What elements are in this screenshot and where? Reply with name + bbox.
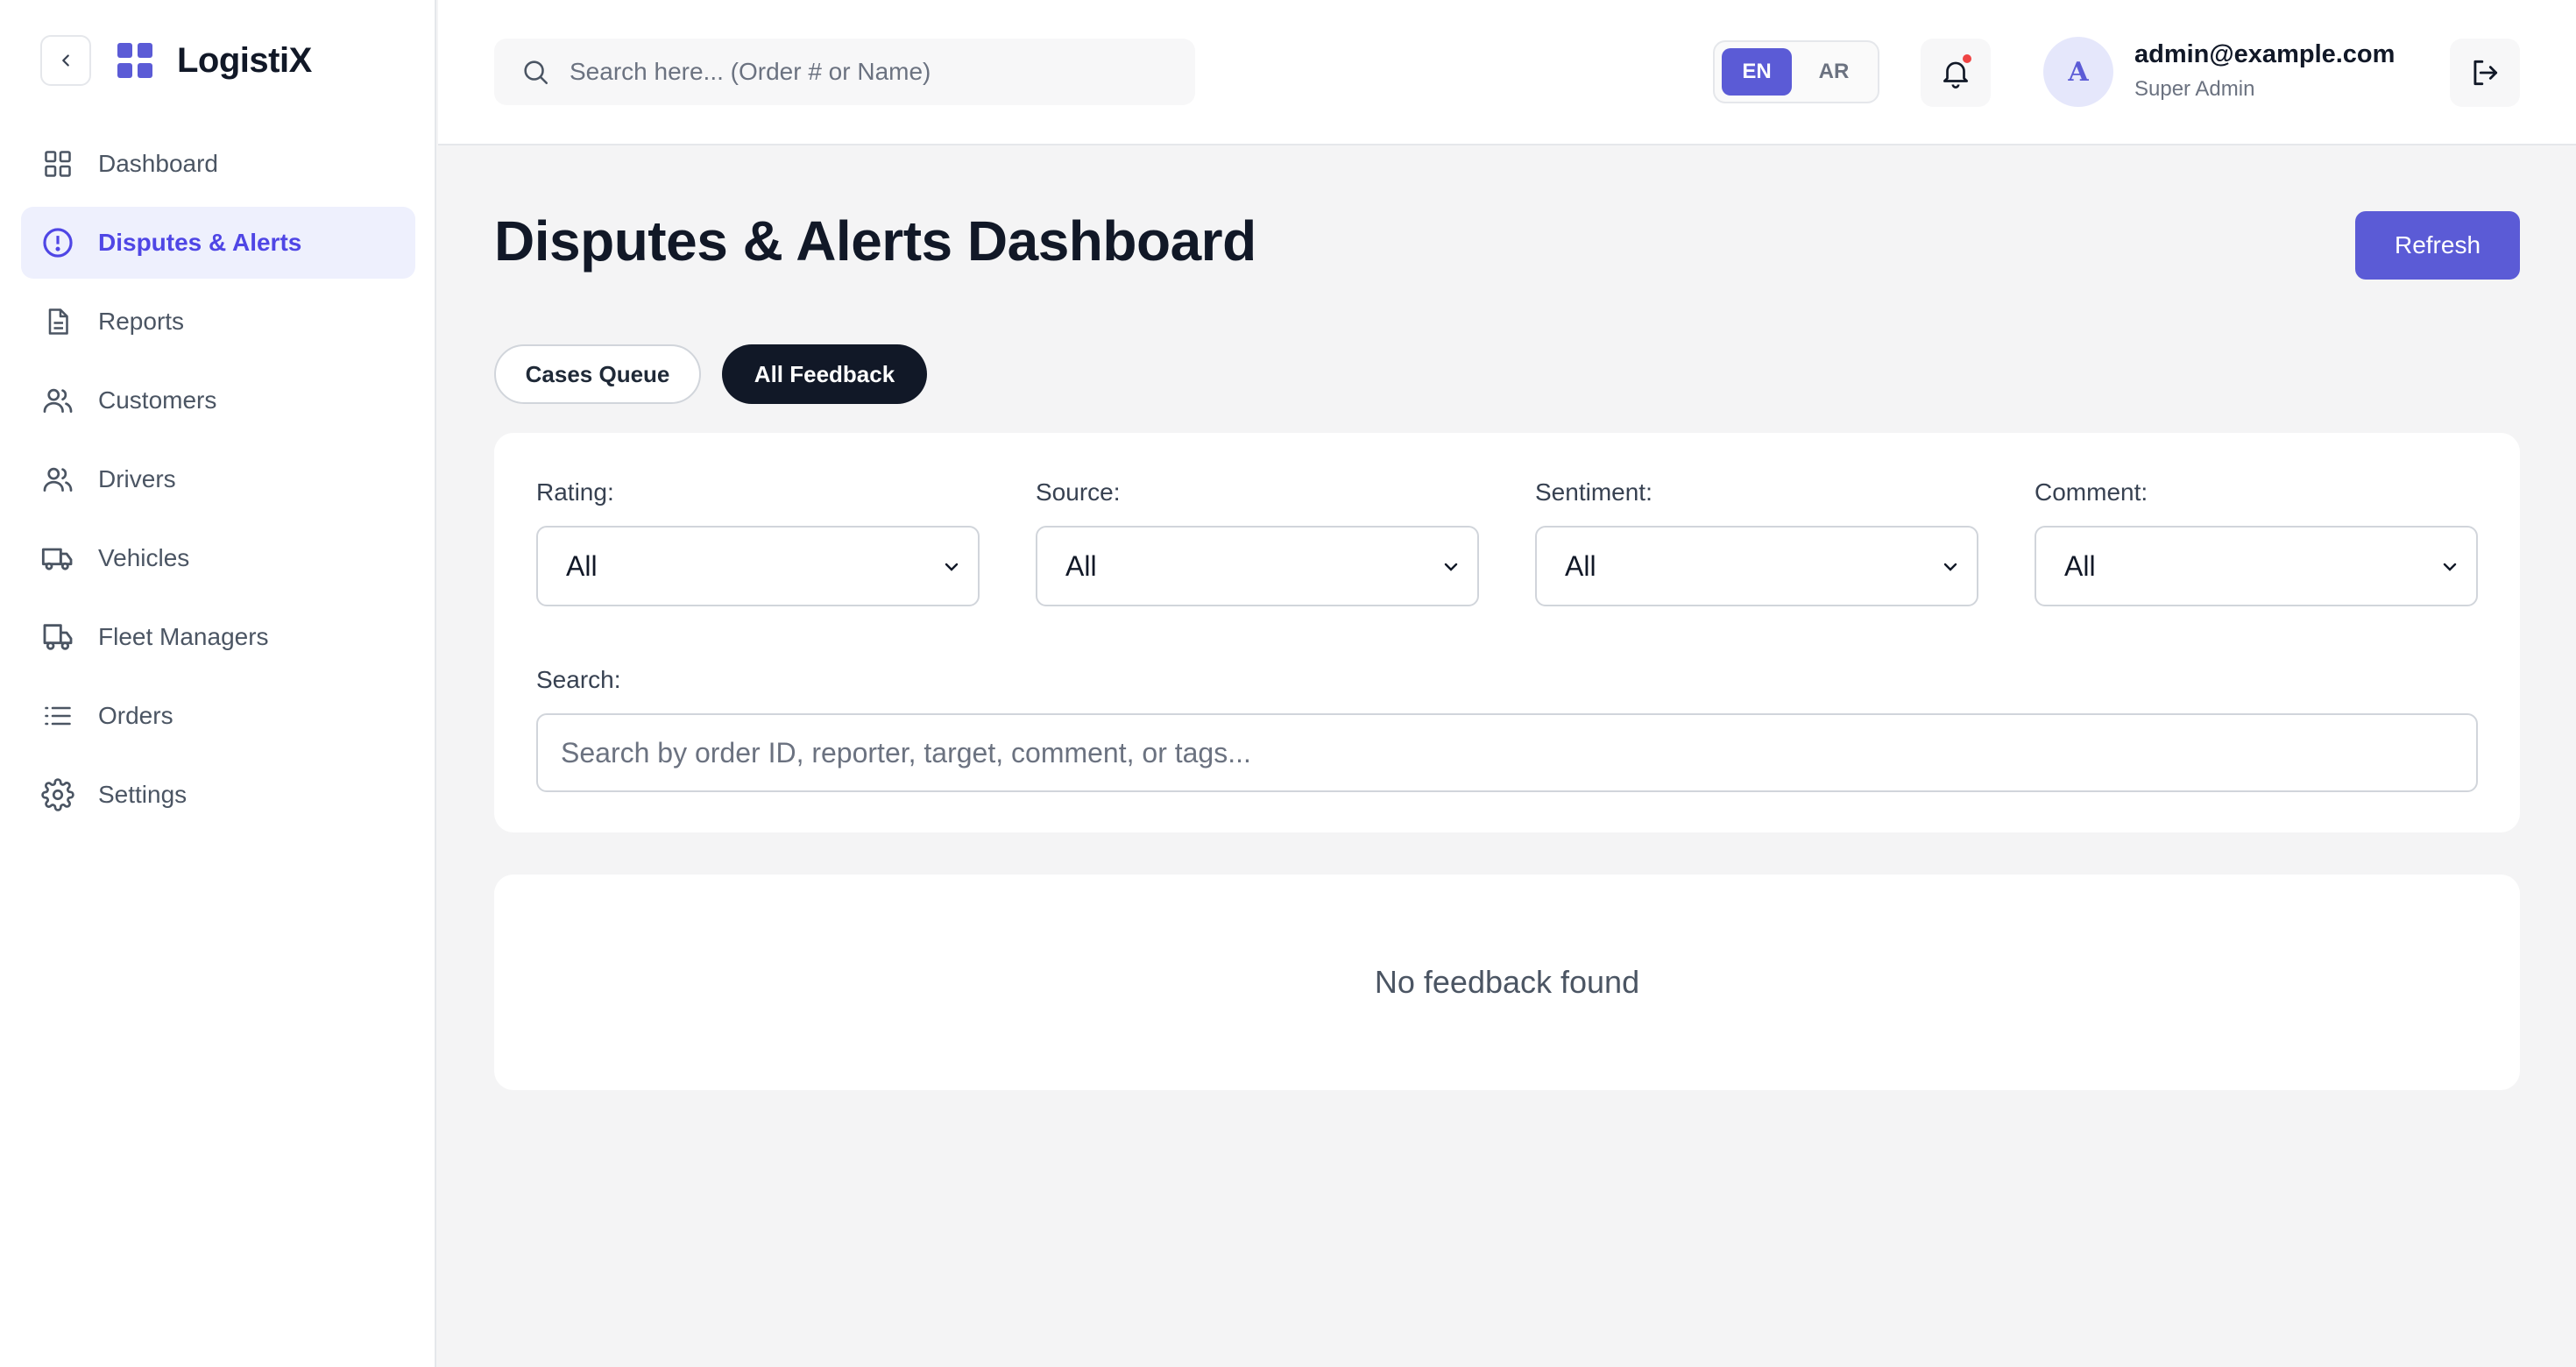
sidebar-item-disputes-alerts[interactable]: Disputes & Alerts	[21, 207, 415, 279]
truck-box-icon	[40, 620, 75, 655]
source-select-value: All	[1065, 549, 1097, 582]
chevron-down-icon	[1444, 563, 1458, 571]
sidebar-item-fleet-managers[interactable]: Fleet Managers	[21, 601, 415, 673]
notifications-button[interactable]	[1921, 39, 1991, 107]
sentiment-filter-label: Sentiment:	[1535, 478, 1652, 506]
users-icon	[40, 383, 75, 418]
user-role: Super Admin	[2134, 77, 2255, 101]
sidebar-item-label: Dashboard	[98, 150, 218, 177]
sidebar-item-orders[interactable]: Orders	[21, 680, 415, 752]
global-search[interactable]	[494, 39, 1195, 105]
sidebar-item-drivers[interactable]: Drivers	[21, 443, 415, 515]
feedback-search-input[interactable]	[561, 736, 2401, 769]
comment-select[interactable]: All	[2035, 526, 2478, 606]
comment-filter-label: Comment:	[2035, 478, 2148, 506]
sidebar-item-label: Drivers	[98, 465, 176, 492]
brand-logo-icon	[117, 43, 152, 78]
users-icon	[40, 462, 75, 497]
top-bar: EN AR A admin@example.com Super Admin	[438, 0, 2576, 145]
feedback-search-field[interactable]	[536, 713, 2478, 792]
chevron-down-icon	[2443, 563, 2457, 571]
global-search-input[interactable]	[570, 58, 1165, 86]
rating-select-value: All	[566, 549, 598, 582]
sidebar-item-vehicles[interactable]: Vehicles	[21, 522, 415, 594]
chevron-down-icon	[1943, 563, 1957, 571]
language-ar-button[interactable]: AR	[1799, 48, 1869, 96]
brand: LogistiX	[40, 35, 312, 86]
page-title: Disputes & Alerts Dashboard	[494, 209, 1256, 273]
sidebar-item-label: Settings	[98, 781, 188, 808]
sidebar-item-dashboard[interactable]: Dashboard	[21, 128, 415, 200]
language-switcher: EN AR	[1713, 40, 1879, 103]
feedback-results-card: No feedback found	[494, 875, 2520, 1090]
sidebar-item-label: Orders	[98, 702, 173, 729]
sidebar-item-customers[interactable]: Customers	[21, 365, 415, 436]
sidebar: LogistiX Dashboard Disputes & Alerts Rep…	[0, 0, 436, 1367]
empty-state-message: No feedback found	[1374, 964, 1640, 1000]
sidebar-nav: Dashboard Disputes & Alerts Reports Cust…	[21, 128, 415, 838]
source-filter-label: Source:	[1036, 478, 1121, 506]
document-icon	[40, 304, 75, 339]
alert-circle-icon	[40, 225, 75, 260]
search-icon	[524, 60, 548, 85]
feedback-search-label: Search:	[536, 666, 621, 693]
tab-all-feedback[interactable]: All Feedback	[722, 344, 927, 404]
sentiment-select[interactable]: All	[1535, 526, 1978, 606]
avatar[interactable]: A	[2043, 37, 2113, 107]
user-email: admin@example.com	[2134, 40, 2396, 68]
sidebar-item-label: Vehicles	[98, 544, 190, 571]
sidebar-item-label: Disputes & Alerts	[98, 229, 302, 256]
rating-filter-label: Rating:	[536, 478, 614, 506]
collapse-sidebar-button[interactable]	[40, 35, 91, 86]
sidebar-item-settings[interactable]: Settings	[21, 759, 415, 831]
comment-select-value: All	[2064, 549, 2096, 582]
dashboard-grid-icon	[40, 146, 75, 181]
language-en-button[interactable]: EN	[1722, 48, 1792, 96]
sidebar-item-label: Customers	[98, 386, 217, 414]
chevron-down-icon	[945, 563, 959, 571]
list-icon	[40, 698, 75, 733]
refresh-button[interactable]: Refresh	[2355, 211, 2520, 280]
notification-dot	[1963, 54, 1971, 63]
sidebar-item-label: Reports	[98, 308, 185, 335]
logout-button[interactable]	[2450, 39, 2520, 107]
chevron-left-icon	[62, 54, 69, 67]
filters-card: Rating: All Source: All Sentiment: All C…	[494, 433, 2520, 832]
truck-icon	[40, 541, 75, 576]
sentiment-select-value: All	[1565, 549, 1596, 582]
sidebar-item-label: Fleet Managers	[98, 623, 269, 650]
brand-name: LogistiX	[177, 40, 312, 80]
logout-icon	[2473, 60, 2498, 86]
sidebar-item-reports[interactable]: Reports	[21, 286, 415, 358]
source-select[interactable]: All	[1036, 526, 1479, 606]
rating-select[interactable]: All	[536, 526, 980, 606]
gear-icon	[40, 777, 75, 812]
tab-cases-queue[interactable]: Cases Queue	[494, 344, 701, 404]
